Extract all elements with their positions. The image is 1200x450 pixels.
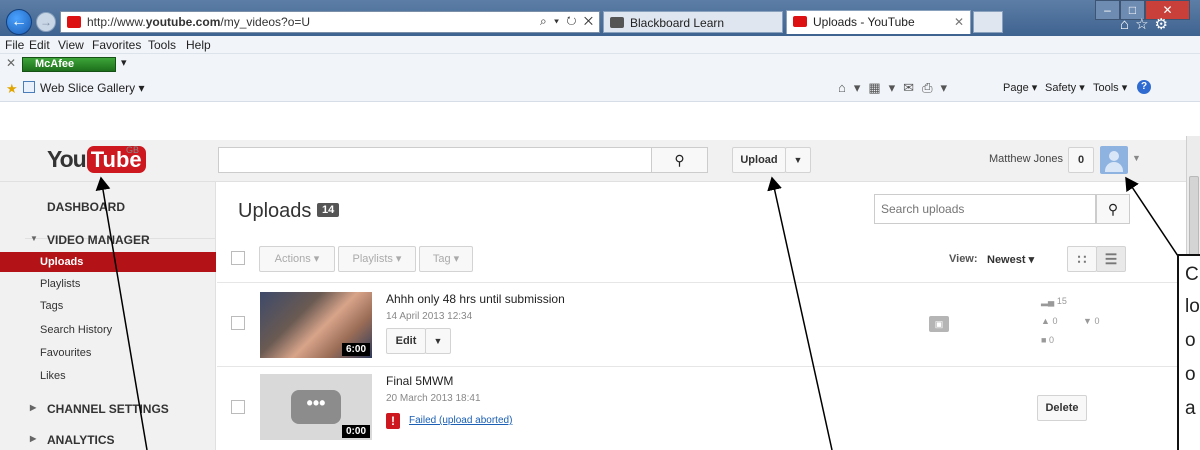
- callout-text: lo: [1185, 296, 1200, 317]
- arrow-to-upload: [767, 176, 833, 450]
- callout-text: a: [1185, 398, 1196, 419]
- callout-text: C: [1185, 264, 1199, 285]
- arrow-to-logo: [95, 176, 148, 450]
- annotation-arrows: [95, 176, 1179, 450]
- arrow-to-avatar: [1125, 176, 1179, 257]
- callout-text: o: [1185, 330, 1196, 351]
- callout-text: o: [1185, 364, 1196, 385]
- annotation-callout: C lo o o a: [1177, 254, 1200, 450]
